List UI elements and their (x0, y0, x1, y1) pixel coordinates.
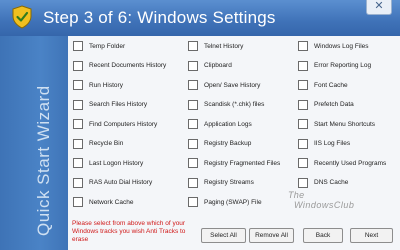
option-label: Open/ Save History (204, 81, 261, 89)
option-item[interactable]: Prefetch Data (298, 98, 354, 112)
option-label: Clipboard (204, 62, 232, 69)
watermark-line2: WindowsClub (294, 200, 355, 210)
option-label: Windows Log Files (314, 42, 369, 50)
option-label: Paging (SWAP) File (204, 198, 262, 206)
option-label: Find Computers History (89, 120, 158, 128)
option-label: Registry Backup (204, 140, 252, 147)
option-label: Telnet History (204, 42, 244, 50)
option-item[interactable]: Network Cache (73, 195, 133, 209)
option-item[interactable]: Clipboard (188, 59, 232, 73)
option-item[interactable]: Find Computers History (73, 117, 157, 131)
option-label: IIS Log Files (314, 140, 351, 147)
option-checkbox[interactable] (73, 197, 83, 207)
option-item[interactable]: Recycle Bin (73, 137, 123, 151)
option-item[interactable]: Last Logon History (73, 156, 143, 170)
option-item[interactable]: Registry Streams (188, 176, 254, 190)
option-item[interactable]: Recently Used Programs (298, 156, 386, 170)
wizard-window: Step 3 of 6: Windows Settings ✕ Quick St… (0, 0, 400, 250)
option-label: Error Reporting Log (314, 62, 372, 69)
option-label: Network Cache (89, 198, 134, 206)
wizard-sidebar: Quick Start Wizard (0, 36, 68, 250)
option-item[interactable]: Paging (SWAP) File (188, 195, 262, 209)
option-label: Recycle Bin (89, 140, 124, 147)
option-item[interactable]: Search Files History (73, 98, 147, 112)
option-item[interactable]: Registry Backup (188, 137, 251, 151)
option-checkbox[interactable] (188, 80, 198, 90)
option-label: RAS Auto Dial History (89, 179, 153, 186)
window-title: Step 3 of 6: Windows Settings (43, 8, 276, 27)
option-checkbox[interactable] (188, 119, 198, 129)
watermark-line1: The (288, 190, 305, 200)
option-checkbox[interactable] (298, 158, 308, 168)
sidebar-title: Quick Start Wizard (34, 85, 53, 236)
title-bar: Step 3 of 6: Windows Settings ✕ (0, 0, 400, 36)
option-checkbox[interactable] (73, 158, 83, 168)
option-checkbox[interactable] (73, 99, 83, 110)
option-label: Run History (89, 81, 123, 89)
option-label: Font Cache (314, 81, 348, 89)
option-item[interactable]: Error Reporting Log (298, 59, 371, 73)
option-checkbox[interactable] (298, 41, 308, 51)
option-label: Start Menu Shortcuts (314, 120, 376, 128)
option-label: Registry Fragmented Files (204, 159, 281, 167)
option-label: Temp Folder (89, 42, 126, 50)
option-checkbox[interactable] (73, 80, 83, 90)
option-checkbox[interactable] (298, 80, 308, 90)
next-button[interactable]: Next (350, 228, 393, 243)
option-checkbox[interactable] (298, 119, 308, 129)
option-item[interactable]: RAS Auto Dial History (73, 176, 152, 190)
close-button[interactable]: ✕ (366, 0, 392, 15)
instruction-note: Please select from above which of your W… (72, 220, 186, 243)
option-item[interactable]: Recent Documents History (73, 59, 166, 73)
option-label: Application Logs (204, 120, 252, 128)
remove-all-button[interactable]: Remove All (249, 228, 294, 243)
option-checkbox[interactable] (188, 41, 198, 51)
option-item[interactable]: Font Cache (298, 78, 348, 92)
option-label: DNS Cache (314, 179, 349, 186)
option-label: Recent Documents History (89, 62, 167, 69)
option-checkbox[interactable] (188, 60, 198, 71)
option-item[interactable]: Application Logs (188, 117, 252, 131)
option-item[interactable]: Open/ Save History (188, 78, 260, 92)
option-label: Recently Used Programs (314, 159, 387, 167)
option-checkbox[interactable] (188, 99, 198, 110)
back-button[interactable]: Back (303, 228, 343, 243)
option-checkbox[interactable] (298, 177, 308, 188)
option-checkbox[interactable] (188, 177, 198, 188)
option-checkbox[interactable] (298, 60, 308, 71)
option-item[interactable]: Scandisk (*.chk) files (188, 98, 264, 112)
option-checkbox[interactable] (188, 197, 198, 207)
option-item[interactable]: IIS Log Files (298, 137, 350, 151)
option-checkbox[interactable] (298, 138, 308, 149)
option-checkbox[interactable] (73, 119, 83, 129)
option-label: Search Files History (89, 101, 148, 108)
option-checkbox[interactable] (73, 138, 83, 149)
close-icon: ✕ (374, 0, 384, 12)
option-label: Prefetch Data (314, 101, 354, 108)
option-label: Scandisk (*.chk) files (204, 101, 265, 108)
option-item[interactable]: Run History (73, 78, 123, 92)
option-checkbox[interactable] (73, 177, 83, 188)
option-checkbox[interactable] (298, 99, 308, 110)
select-all-button[interactable]: Select All (201, 228, 246, 243)
option-checkbox[interactable] (73, 41, 83, 51)
option-item[interactable]: Start Menu Shortcuts (298, 117, 375, 131)
option-item[interactable]: Windows Log Files (298, 39, 369, 53)
option-checkbox[interactable] (73, 60, 83, 71)
option-item[interactable]: Telnet History (188, 39, 243, 53)
option-item[interactable]: DNS Cache (298, 176, 348, 190)
option-item[interactable]: Temp Folder (73, 39, 125, 53)
option-item[interactable]: Registry Fragmented Files (188, 156, 280, 170)
shield-icon (12, 5, 32, 29)
option-label: Registry Streams (204, 179, 254, 186)
option-checkbox[interactable] (188, 158, 198, 168)
watermark-logo: The WindowsClub (288, 190, 368, 216)
option-label: Last Logon History (89, 159, 144, 167)
option-checkbox[interactable] (188, 138, 198, 149)
